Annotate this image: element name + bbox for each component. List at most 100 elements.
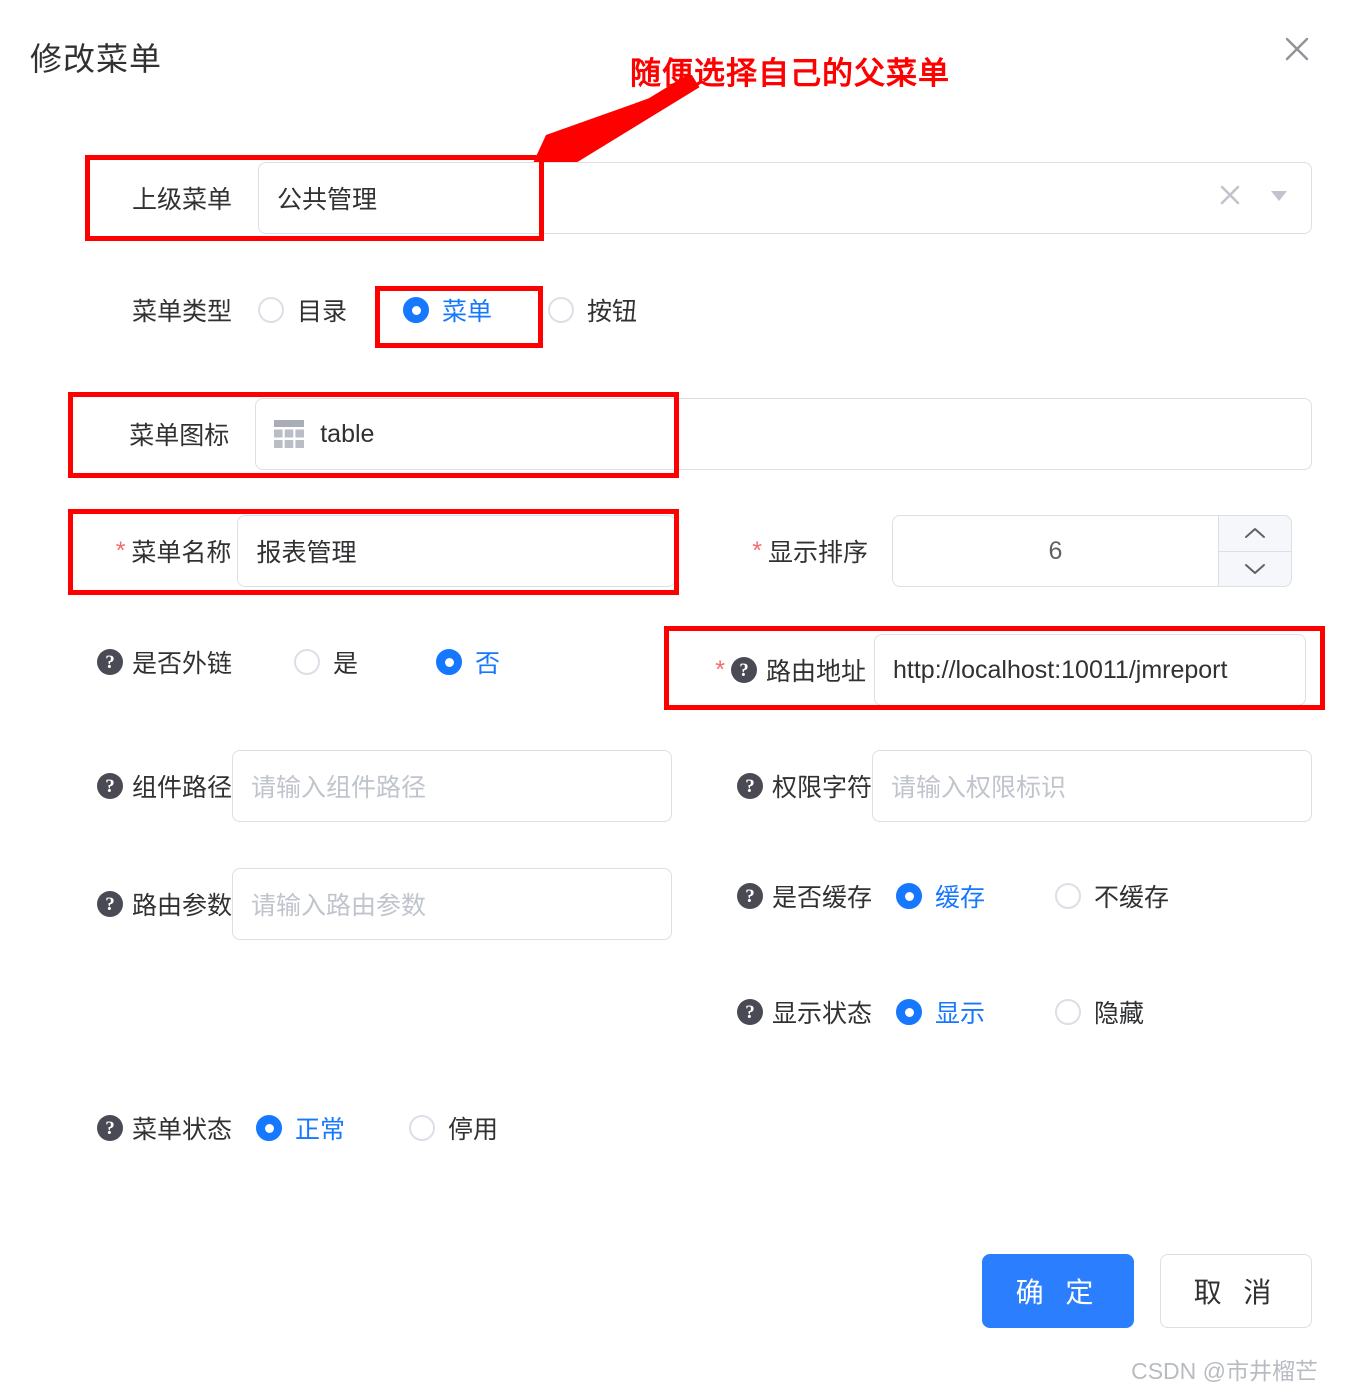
parent-menu-select[interactable]: 公共管理 xyxy=(258,162,1312,234)
perms-placeholder: 请输入权限标识 xyxy=(891,774,1067,802)
menu-name-label: * 菜单名称 xyxy=(115,536,232,567)
menu-type-label: 菜单类型 xyxy=(131,298,232,326)
edit-menu-form: 上级菜单 公共管理 菜单类型 目录 菜单 按钮 菜单图标 table * 菜单名… xyxy=(0,0,1348,1400)
form-row-order-num: * 显示排序 6 xyxy=(712,515,1312,587)
required-marker: * xyxy=(115,536,126,565)
dialog-footer: 确 定 取 消 xyxy=(982,1254,1312,1328)
query-placeholder: 请输入路由参数 xyxy=(251,892,427,920)
parent-menu-value: 公共管理 xyxy=(277,186,378,214)
radio-dot xyxy=(258,297,284,323)
radio-label: 停用 xyxy=(448,1116,499,1144)
menu-type-option-button[interactable]: 按钮 xyxy=(548,292,637,328)
confirm-button[interactable]: 确 定 xyxy=(982,1254,1134,1328)
menu-icon-value: table xyxy=(320,419,375,448)
path-input[interactable]: http://localhost:10011/jmreport xyxy=(874,634,1306,706)
menu-type-option-menu[interactable]: 菜单 xyxy=(403,292,492,328)
form-row-menu-type: 菜单类型 目录 菜单 按钮 xyxy=(96,292,796,328)
question-icon[interactable]: ? xyxy=(736,773,763,799)
is-frame-option-no[interactable]: 否 xyxy=(436,644,500,680)
perms-input[interactable]: 请输入权限标识 xyxy=(872,750,1312,822)
radio-label: 正常 xyxy=(295,1116,346,1144)
cancel-button[interactable]: 取 消 xyxy=(1160,1254,1312,1328)
radio-label: 按钮 xyxy=(587,298,638,326)
clear-icon[interactable] xyxy=(1217,182,1243,215)
status-radio-group: 正常 停用 xyxy=(256,1110,498,1146)
radio-dot xyxy=(294,649,320,675)
question-icon[interactable]: ? xyxy=(96,773,123,799)
status-option-normal[interactable]: 正常 xyxy=(256,1110,345,1146)
radio-dot xyxy=(896,883,922,909)
parent-menu-label: 上级菜单 xyxy=(131,186,232,214)
visible-label: ? 显示状态 xyxy=(702,994,872,1030)
path-label: * ? 路由地址 xyxy=(715,655,866,686)
is-frame-label: ? 是否外链 xyxy=(62,644,232,680)
order-num-spinner xyxy=(1218,515,1292,587)
form-row-menu-icon: 菜单图标 table xyxy=(96,398,1312,470)
menu-icon-label: 菜单图标 xyxy=(129,422,230,450)
form-row-path: * ? 路由地址 http://localhost:10011/jmreport xyxy=(680,634,1320,706)
question-icon[interactable]: ? xyxy=(96,891,123,917)
is-cache-option-cache[interactable]: 缓存 xyxy=(896,878,985,914)
query-label: ? 路由参数 xyxy=(62,886,232,922)
radio-dot xyxy=(1055,999,1082,1025)
status-option-disabled[interactable]: 停用 xyxy=(409,1110,498,1146)
question-icon[interactable]: ? xyxy=(96,649,123,675)
radio-dot xyxy=(896,999,922,1025)
radio-dot xyxy=(256,1115,282,1141)
form-row-parent-menu: 上级菜单 公共管理 xyxy=(96,162,1312,234)
radio-label: 菜单 xyxy=(442,298,493,326)
table-icon xyxy=(274,420,305,448)
radio-label: 否 xyxy=(475,650,501,678)
form-row-status: ? 菜单状态 正常 停用 xyxy=(62,1110,682,1146)
visible-option-hide[interactable]: 隐藏 xyxy=(1055,994,1144,1030)
menu-type-option-directory[interactable]: 目录 xyxy=(258,292,347,328)
menu-name-value: 报表管理 xyxy=(256,539,357,567)
form-row-is-cache: ? 是否缓存 缓存 不缓存 xyxy=(702,878,1322,914)
chevron-down-icon[interactable] xyxy=(1267,183,1291,214)
radio-label: 是 xyxy=(333,650,359,678)
menu-icon-input[interactable]: table xyxy=(255,398,1312,470)
radio-dot xyxy=(548,297,575,323)
form-row-is-frame: ? 是否外链 是 否 xyxy=(62,644,682,680)
chevron-down-icon[interactable] xyxy=(1219,552,1291,587)
radio-label: 目录 xyxy=(297,298,348,326)
order-num-label: * 显示排序 xyxy=(752,536,868,567)
is-cache-label: ? 是否缓存 xyxy=(702,878,872,914)
radio-dot xyxy=(403,297,430,323)
menu-name-input[interactable]: 报表管理 xyxy=(237,515,676,587)
parent-menu-select-icons xyxy=(1217,163,1291,233)
perms-label: ? 权限字符 xyxy=(702,768,872,804)
form-row-menu-name: * 菜单名称 报表管理 xyxy=(76,515,676,587)
question-icon[interactable]: ? xyxy=(736,999,763,1025)
path-value: http://localhost:10011/jmreport xyxy=(893,655,1228,684)
question-icon[interactable]: ? xyxy=(730,657,757,683)
order-num-stepper[interactable]: 6 xyxy=(892,515,1292,587)
component-input[interactable]: 请输入组件路径 xyxy=(232,750,672,822)
menu-type-radio-group: 目录 菜单 按钮 xyxy=(258,292,637,328)
visible-option-show[interactable]: 显示 xyxy=(896,994,985,1030)
radio-label: 显示 xyxy=(935,1000,986,1028)
radio-label: 隐藏 xyxy=(1094,1000,1145,1028)
chevron-up-icon[interactable] xyxy=(1219,516,1291,552)
form-row-visible: ? 显示状态 显示 隐藏 xyxy=(702,994,1322,1030)
question-icon[interactable]: ? xyxy=(96,1115,123,1141)
radio-label: 不缓存 xyxy=(1094,884,1170,912)
is-frame-radio-group: 是 否 xyxy=(294,644,500,680)
visible-radio-group: 显示 隐藏 xyxy=(896,994,1144,1030)
order-num-value[interactable]: 6 xyxy=(892,515,1218,587)
radio-dot xyxy=(409,1115,436,1141)
radio-dot xyxy=(1055,883,1082,909)
is-cache-radio-group: 缓存 不缓存 xyxy=(896,878,1169,914)
required-marker: * xyxy=(752,536,762,565)
component-label: ? 组件路径 xyxy=(62,768,232,804)
form-row-perms: ? 权限字符 请输入权限标识 xyxy=(702,750,1322,822)
is-cache-option-nocache[interactable]: 不缓存 xyxy=(1055,878,1169,914)
question-icon[interactable]: ? xyxy=(736,883,763,909)
component-placeholder: 请输入组件路径 xyxy=(251,774,427,802)
form-row-query: ? 路由参数 请输入路由参数 xyxy=(62,868,682,940)
status-label: ? 菜单状态 xyxy=(62,1110,232,1146)
query-input[interactable]: 请输入路由参数 xyxy=(232,868,672,940)
radio-dot xyxy=(436,649,463,675)
form-row-component: ? 组件路径 请输入组件路径 xyxy=(62,750,682,822)
is-frame-option-yes[interactable]: 是 xyxy=(294,644,358,680)
